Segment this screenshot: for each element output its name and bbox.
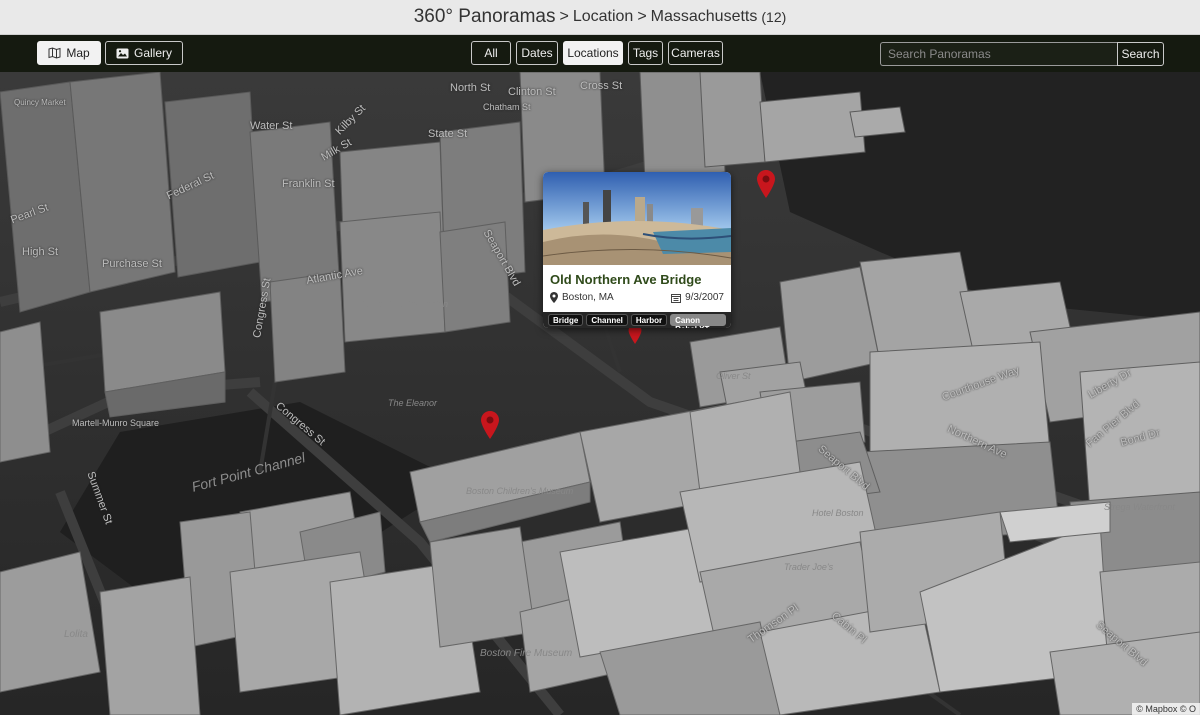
poi-label: Hotel Boston [812,508,864,518]
poi-label: The Eleanor [388,398,438,408]
calendar-icon [671,293,682,303]
map-canvas[interactable]: Quincy Market North St Clinton St Cross … [0,72,1200,715]
gallery-icon [116,48,129,58]
filter-dates-button[interactable]: Dates [516,41,558,65]
popup-location-text: Boston, MA [562,292,614,303]
gallery-view-button[interactable]: Gallery [105,41,183,65]
breadcrumb-massachusetts: Massachusetts [650,8,758,25]
street-label: Cross St [580,80,623,92]
tag-channel[interactable]: Channel [586,314,628,326]
street-label: North St [450,82,491,94]
popup-tags: Bridge Channel Harbor Canon Rebel XT [543,312,731,328]
poi-label: Oliver St [716,371,751,381]
map-view-label: Map [66,46,90,60]
breadcrumb: 360° Panoramas > Location > Massachusett… [0,0,1200,35]
map-view-button[interactable]: Map [37,41,101,65]
search-input[interactable] [880,42,1117,66]
panorama-thumbnail[interactable] [543,172,731,265]
street-label: Chatham St [483,102,531,112]
street-label: State St [428,128,468,140]
result-count: (12) [761,9,787,25]
tag-camera[interactable]: Canon Rebel XT [670,314,726,328]
breadcrumb-separator: > [637,8,647,25]
street-label: Water St [250,120,293,132]
street-label: Purchase St [102,258,162,270]
map-pin-icon[interactable] [481,411,499,439]
popup-title[interactable]: Old Northern Ave Bridge [550,272,701,287]
poi-label: Boston Fire Museum [480,648,573,659]
poi-label: Strega Waterfront [1104,502,1175,512]
filter-all-button[interactable]: All [471,41,511,65]
filter-tags-button[interactable]: Tags [628,41,663,65]
popup-date: 9/3/2007 [671,292,724,303]
poi-label: Lolita [64,629,88,640]
map-3d-buildings [0,72,1200,715]
popup-location: Boston, MA [550,292,614,303]
filter-locations-button[interactable]: Locations [563,41,623,65]
location-marker-icon [550,292,558,303]
poi-label: Boston Children's Museum [466,486,574,496]
map-pin-icon[interactable] [757,170,775,198]
breadcrumb-location[interactable]: Location [573,8,634,26]
popup-date-text: 9/3/2007 [685,292,724,303]
street-label: High St [22,246,59,258]
street-label: Clinton St [508,86,556,98]
tag-bridge[interactable]: Bridge [548,314,584,326]
page-title: 360° Panoramas [413,6,556,27]
street-label: Quincy Market [14,98,66,107]
poi-label: Trader Joe's [784,562,834,572]
gallery-view-label: Gallery [133,46,172,60]
tag-harbor[interactable]: Harbor [630,314,668,326]
street-label: Martell-Munro Square [72,418,160,428]
panorama-popup[interactable]: Old Northern Ave Bridge Boston, MA 9/3/2… [543,172,731,328]
map-icon [48,47,61,59]
map-attribution[interactable]: © Mapbox © O [1132,703,1200,715]
filter-cameras-button[interactable]: Cameras [668,41,723,65]
breadcrumb-separator: > [559,8,569,25]
search-button[interactable]: Search [1117,42,1164,66]
poi-label: InterContinental Boston [354,299,449,309]
street-label: Franklin St [282,178,335,190]
